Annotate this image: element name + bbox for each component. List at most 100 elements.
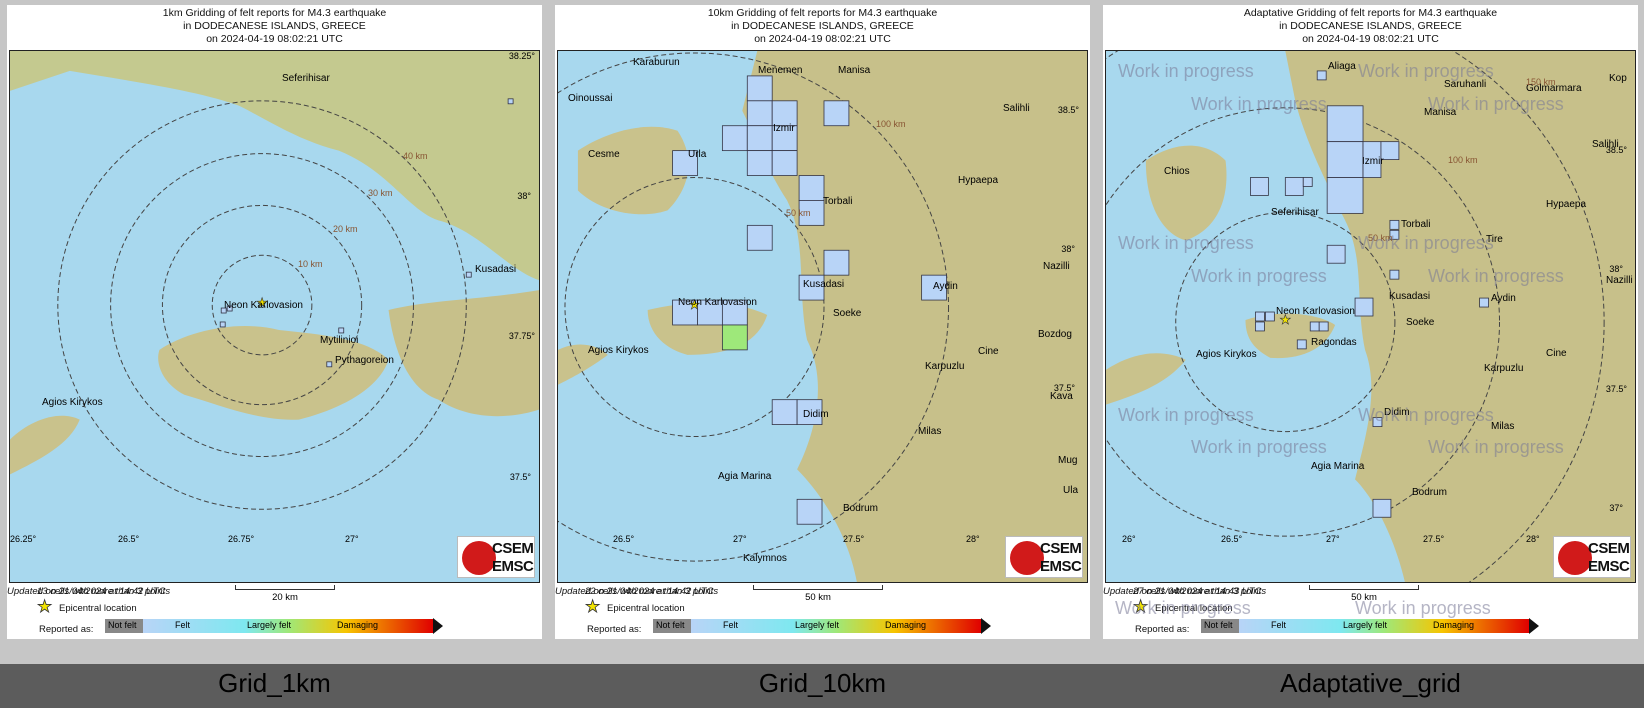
place-label: Karaburun xyxy=(633,57,680,68)
reported-as-label: Reported as: xyxy=(587,624,642,635)
place-label: Saruhanli xyxy=(1444,79,1487,90)
map-area[interactable]: ★ Aliaga Saruhanli Golmarmara Manisa Kop… xyxy=(1105,50,1636,583)
map-svg: ★ xyxy=(1106,51,1635,582)
title-line-2: in DODECANESE ISLANDS, GREECE xyxy=(1279,20,1462,32)
ring-label: 150 km xyxy=(1526,77,1556,87)
place-label: Kusadasi xyxy=(1389,291,1431,302)
lon-tick: 27° xyxy=(733,534,747,544)
star-icon: ★ xyxy=(585,597,601,617)
panel-caption: Adaptative_grid xyxy=(1280,668,1461,698)
place-label: Torbali xyxy=(1401,219,1431,230)
legend-level: Felt xyxy=(1271,620,1287,630)
lat-tick: 38° xyxy=(1609,264,1623,274)
legend-level: Felt xyxy=(175,620,191,630)
ring-label: 50 km xyxy=(786,208,811,218)
title-line-3: on 2024-04-19 08:02:21 UTC xyxy=(1302,33,1439,45)
intensity-legend-bar: Not felt Felt Largely felt Damaging xyxy=(653,618,991,634)
legend-level: Not felt xyxy=(656,620,685,630)
ring-label: 10 km xyxy=(298,259,323,269)
lat-tick: 38° xyxy=(517,191,531,201)
place-label: Ragondas xyxy=(1311,337,1357,348)
place-label: Milas xyxy=(918,426,942,437)
updated-text: Updated on 21/04/2024 at 14:43 UTC xyxy=(1103,586,1262,597)
ring-label: 100 km xyxy=(876,119,906,129)
legend-level: Felt xyxy=(723,620,739,630)
place-label: Menemen xyxy=(758,65,803,76)
lon-tick: 27° xyxy=(345,534,359,544)
place-label: Izmir xyxy=(1362,156,1384,167)
lat-tick: 37.5° xyxy=(509,472,531,482)
map-title: 10km Gridding of felt reports for M4.3 e… xyxy=(555,7,1090,46)
place-label: Mug xyxy=(1058,455,1078,466)
lon-tick: 26.5° xyxy=(613,534,635,544)
panel-grid-1km: 1km Gridding of felt reports for M4.3 ea… xyxy=(0,0,549,664)
map-svg: ★ xyxy=(558,51,1087,582)
place-label: Aydin xyxy=(933,281,958,292)
place-label: Hypaepa xyxy=(1546,199,1587,210)
ring-label: 50 km xyxy=(1368,233,1393,243)
lat-tick: 37.5° xyxy=(1053,383,1075,393)
lat-tick: 38.5° xyxy=(1605,145,1627,155)
lon-tick: 27.5° xyxy=(843,534,865,544)
lat-tick: 37° xyxy=(1609,503,1623,513)
place-label: Ula xyxy=(1063,485,1079,496)
map-sheet: 10km Gridding of felt reports for M4.3 e… xyxy=(555,5,1090,639)
emsc-logo: CSEM EMSC xyxy=(1553,536,1631,578)
star-icon: ★ xyxy=(37,597,53,617)
place-label: Neon Karlovasion xyxy=(224,300,303,311)
place-label: Aydin xyxy=(1491,293,1516,304)
legend-level: Not felt xyxy=(108,620,137,630)
title-line-1: Adaptative Gridding of felt reports for … xyxy=(1243,7,1498,19)
place-label: Kusadasi xyxy=(475,264,517,275)
title-line-3: on 2024-04-19 08:02:21 UTC xyxy=(754,33,891,45)
lat-tick: 37.5° xyxy=(1605,384,1627,394)
legend-level: Largely felt xyxy=(795,620,840,630)
panel-grid-10km: 10km Gridding of felt reports for M4.3 e… xyxy=(548,0,1097,664)
lon-tick: 26.25° xyxy=(10,534,37,544)
title-line-2: in DODECANESE ISLANDS, GREECE xyxy=(183,20,366,32)
place-label: Agios Kirykos xyxy=(588,345,649,356)
emsc-logo-icon xyxy=(462,541,496,575)
title-line-1: 1km Gridding of felt reports for M4.3 ea… xyxy=(162,7,387,19)
place-label: Didim xyxy=(1384,407,1410,418)
map-area[interactable]: ★ Seferihisar Neon Karlovasion Mytilinio… xyxy=(9,50,540,583)
legend-level: Largely felt xyxy=(247,620,292,630)
place-label: Milas xyxy=(1491,421,1515,432)
place-label: Bodrum xyxy=(1412,487,1448,498)
ring-label: 30 km xyxy=(368,188,393,198)
lon-tick: 28° xyxy=(966,534,980,544)
place-label: Karpuzlu xyxy=(925,361,965,372)
place-label: Torbali xyxy=(823,196,853,207)
place-label: Kalymnos xyxy=(743,553,787,564)
place-label: Cine xyxy=(978,346,999,357)
place-label: Cine xyxy=(1546,348,1567,359)
place-label: Karpuzlu xyxy=(1484,363,1524,374)
map-title: 1km Gridding of felt reports for M4.3 ea… xyxy=(7,7,542,46)
title-line-3: on 2024-04-19 08:02:21 UTC xyxy=(206,33,343,45)
map-svg: ★ xyxy=(10,51,539,582)
lon-tick: 26.5° xyxy=(1221,534,1243,544)
logo-text: EMSC xyxy=(492,558,534,575)
updated-text: Updated on 21/04/2024 at 14:42 UTC xyxy=(555,586,714,597)
panel-caption: Grid_10km xyxy=(758,668,887,698)
place-label: Kop xyxy=(1609,73,1627,84)
lat-tick: 37.75° xyxy=(508,331,535,341)
map-area[interactable]: ★ Karaburun Menemen Manisa Oinoussai Izm… xyxy=(557,50,1088,583)
star-icon: ★ xyxy=(1133,597,1149,617)
place-label: Salihli xyxy=(1003,103,1030,114)
place-label: Nazilli xyxy=(1606,275,1633,286)
place-label: Kusadasi xyxy=(803,279,845,290)
epicentral-label: Epicentral location xyxy=(607,603,685,614)
lat-tick: 38.25° xyxy=(508,51,535,61)
lon-tick: 26.75° xyxy=(228,534,255,544)
place-label: Neon Karlovasion xyxy=(1276,306,1355,317)
logo-text: CSEM xyxy=(1588,540,1630,557)
logo-text: CSEM xyxy=(492,540,534,557)
legend-level: Damaging xyxy=(885,620,927,630)
ring-label: 40 km xyxy=(403,151,428,161)
place-label: Neon Karlovasion xyxy=(678,297,757,308)
emsc-logo: CSEM EMSC xyxy=(1005,536,1083,578)
place-label: Izmir xyxy=(773,123,795,134)
place-label: Mytilinioi xyxy=(320,335,359,346)
lon-tick: 28° xyxy=(1526,534,1540,544)
